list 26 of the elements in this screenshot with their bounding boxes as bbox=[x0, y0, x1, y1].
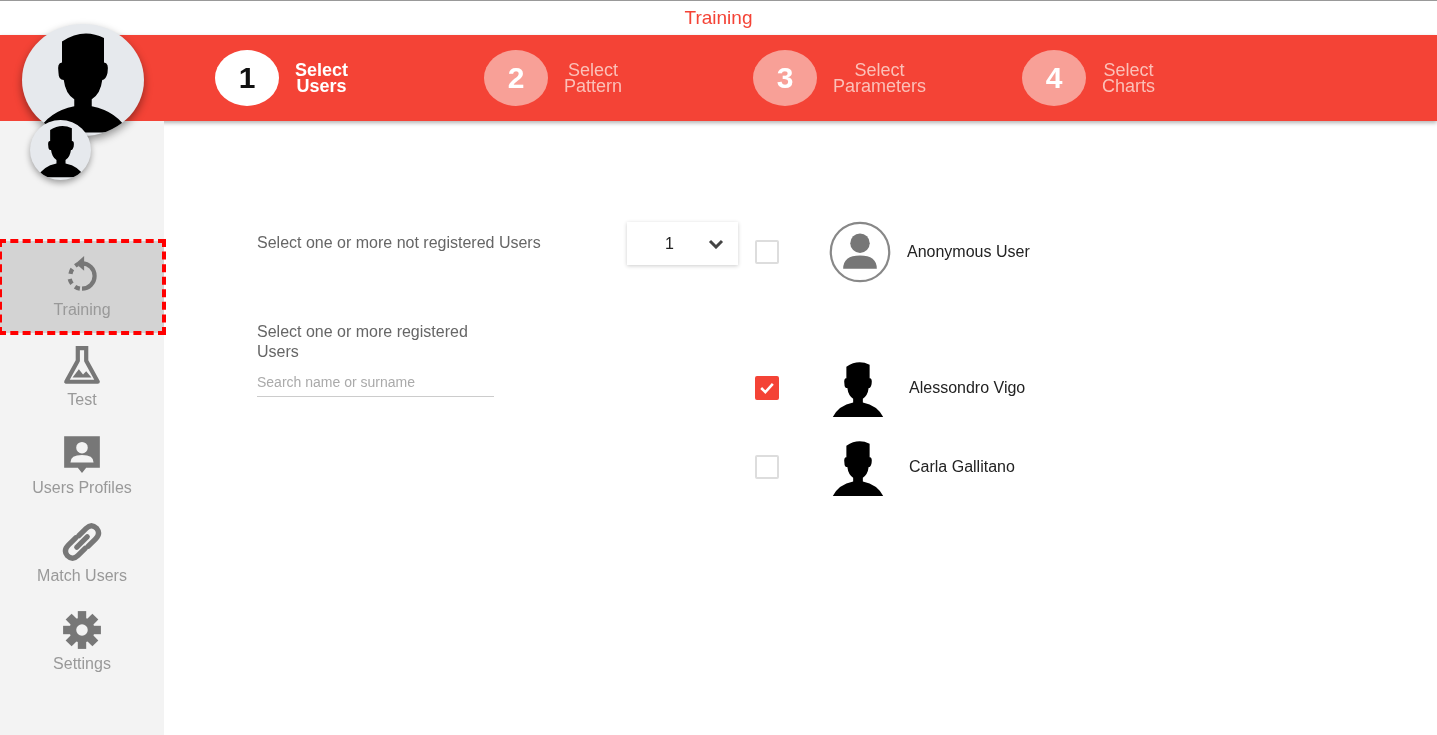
nav-item[interactable]: Test bbox=[0, 333, 164, 421]
nav-item[interactable]: Users Profiles bbox=[0, 421, 164, 509]
checkbox[interactable] bbox=[755, 375, 779, 400]
step-number[interactable]: 4 bbox=[1022, 50, 1086, 106]
flask-icon bbox=[61, 345, 103, 387]
step-label[interactable]: Select Pattern bbox=[564, 62, 623, 94]
settings-icon bbox=[61, 609, 103, 651]
step-number[interactable]: 1 bbox=[215, 50, 279, 106]
user-name: Carla Gallitano bbox=[909, 457, 1015, 476]
step-number[interactable]: 3 bbox=[753, 50, 817, 106]
chevron-down-icon bbox=[708, 238, 724, 249]
nav-item[interactable]: Match Users bbox=[0, 509, 164, 597]
section-label: Select one or more not registered Users bbox=[257, 233, 542, 253]
step-label[interactable]: Select Users bbox=[295, 62, 349, 94]
nav-item[interactable]: Training bbox=[0, 241, 164, 333]
link-icon bbox=[61, 521, 103, 563]
user-name: Alessondro Vigo bbox=[909, 378, 1026, 397]
section-label: Select one or more registered Users bbox=[257, 322, 469, 362]
step-label[interactable]: Select Charts bbox=[1102, 62, 1155, 94]
user-name: Anonymous User bbox=[907, 243, 1030, 261]
window-title: Training bbox=[684, 7, 753, 29]
step-number[interactable]: 2 bbox=[484, 50, 548, 106]
nav-item[interactable]: Settings bbox=[0, 597, 164, 685]
step-label[interactable]: Select Parameters bbox=[833, 62, 927, 94]
profile-card-icon bbox=[61, 433, 103, 475]
count-dropdown[interactable]: 1 bbox=[627, 222, 738, 265]
